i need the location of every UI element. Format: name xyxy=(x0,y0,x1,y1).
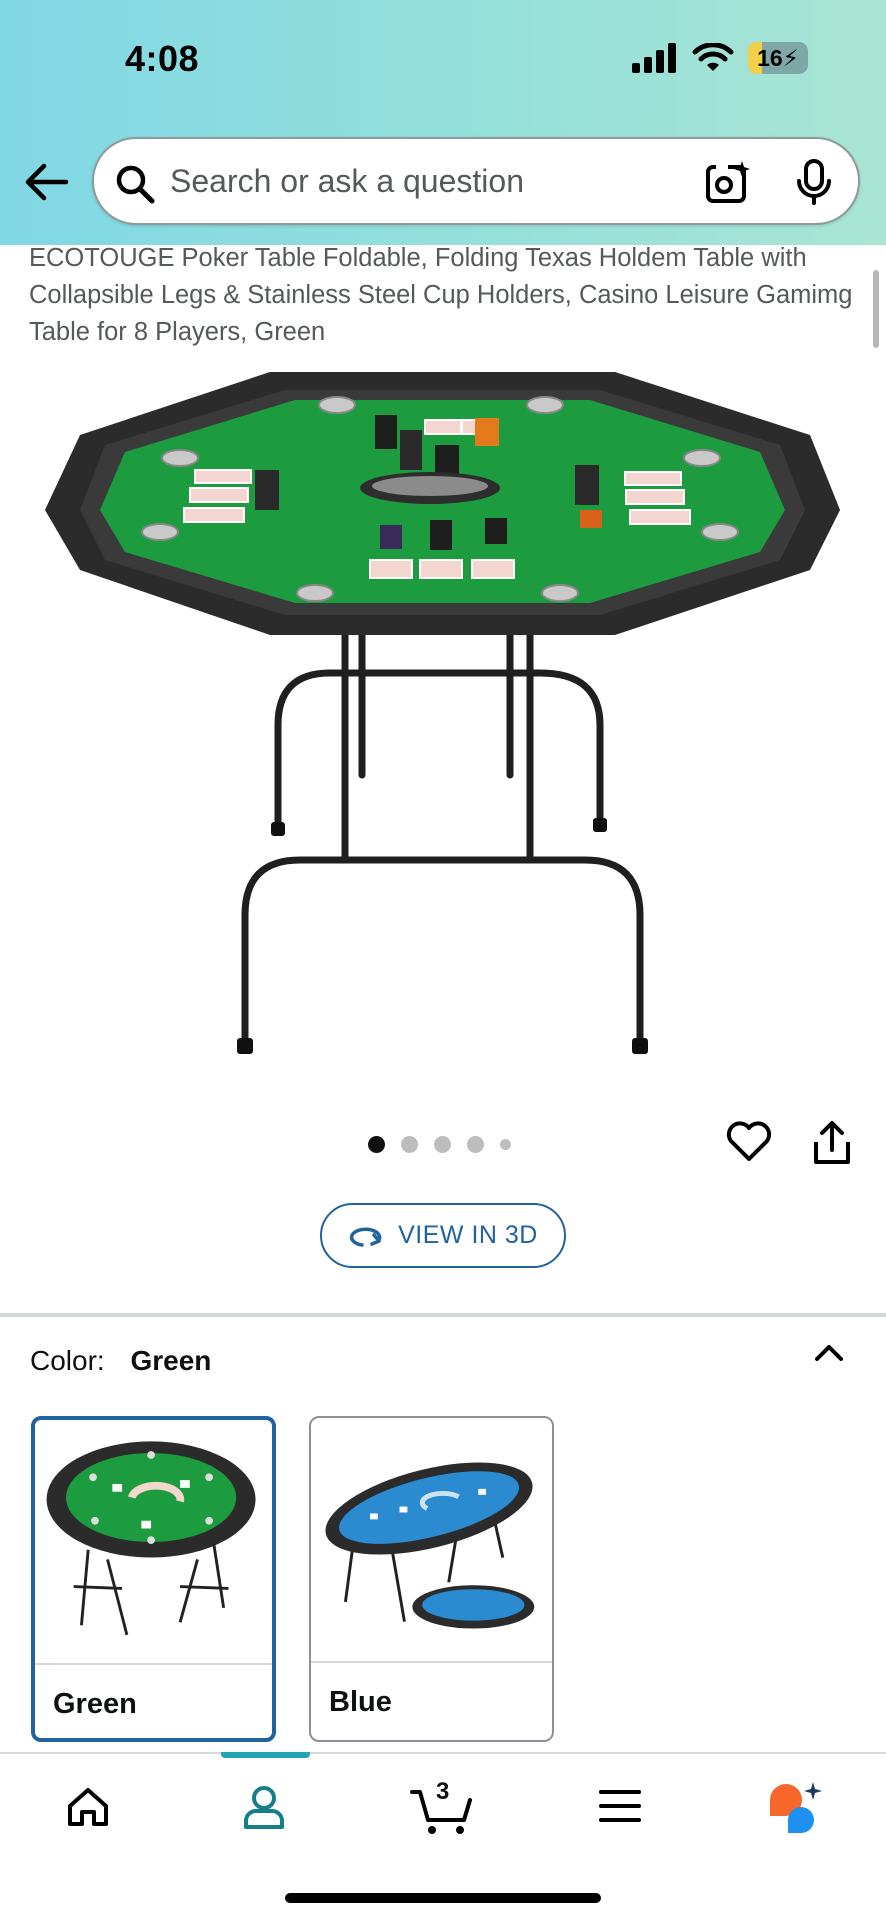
color-option-label[interactable]: Blue xyxy=(329,1686,392,1719)
carousel-dot[interactable] xyxy=(401,1136,418,1153)
product-title: ECOTOUGE Poker Table Foldable, Folding T… xyxy=(29,244,853,346)
blue-table-thumbnail xyxy=(325,1462,535,1629)
rotate-3d-icon xyxy=(350,1227,382,1247)
microphone-icon[interactable] xyxy=(794,159,834,205)
view-in-3d-button[interactable]: VIEW IN 3D xyxy=(320,1203,566,1268)
color-option-green[interactable]: Green xyxy=(31,1416,276,1742)
header: 4:08 16⚡ Search or ask a question xyxy=(0,0,886,245)
rufus-icon[interactable] xyxy=(766,1780,826,1834)
heart-icon[interactable] xyxy=(726,1120,772,1162)
home-icon[interactable] xyxy=(65,1784,111,1830)
search-bar[interactable]: Search or ask a question xyxy=(92,137,860,225)
color-selector-heading: Color: Green xyxy=(30,1345,211,1377)
product-image[interactable] xyxy=(40,360,850,1060)
signal-icon xyxy=(632,43,676,73)
account-icon[interactable] xyxy=(242,1784,286,1830)
status-time: 4:08 xyxy=(125,38,200,79)
back-arrow-icon[interactable] xyxy=(22,160,70,204)
carousel-dot[interactable] xyxy=(467,1136,484,1153)
view-in-3d-label[interactable]: VIEW IN 3D xyxy=(398,1221,538,1250)
image-carousel-dots[interactable] xyxy=(368,1136,511,1153)
menu-icon[interactable] xyxy=(598,1786,642,1826)
carousel-dot[interactable] xyxy=(500,1139,511,1150)
battery-icon: 16⚡ xyxy=(748,42,808,74)
active-tab-indicator xyxy=(221,1752,310,1758)
chevron-up-icon[interactable] xyxy=(812,1338,846,1368)
home-indicator xyxy=(285,1893,601,1903)
wifi-icon xyxy=(692,43,734,71)
battery-level: 16⚡ xyxy=(757,44,799,71)
color-label: Color: xyxy=(30,1345,105,1376)
share-icon[interactable] xyxy=(812,1120,852,1166)
scrollbar[interactable] xyxy=(873,270,879,348)
cart-button[interactable]: 3 xyxy=(410,1778,474,1836)
cart-count: 3 xyxy=(436,1778,450,1805)
status-icons: 16⚡ xyxy=(632,42,808,74)
search-placeholder[interactable]: Search or ask a question xyxy=(170,163,524,200)
carousel-dot[interactable] xyxy=(368,1136,385,1153)
color-option-label[interactable]: Green xyxy=(53,1688,137,1721)
color-option-blue[interactable]: Blue xyxy=(309,1416,554,1742)
camera-lens-icon[interactable] xyxy=(704,159,752,205)
product-page: 4:08 16⚡ Search or ask a question ECOTOU… xyxy=(0,0,886,1920)
color-selected-value: Green xyxy=(130,1345,212,1376)
green-table-thumbnail xyxy=(46,1441,256,1636)
carousel-dot[interactable] xyxy=(434,1136,451,1153)
search-icon xyxy=(116,165,155,204)
section-divider xyxy=(0,1313,886,1317)
